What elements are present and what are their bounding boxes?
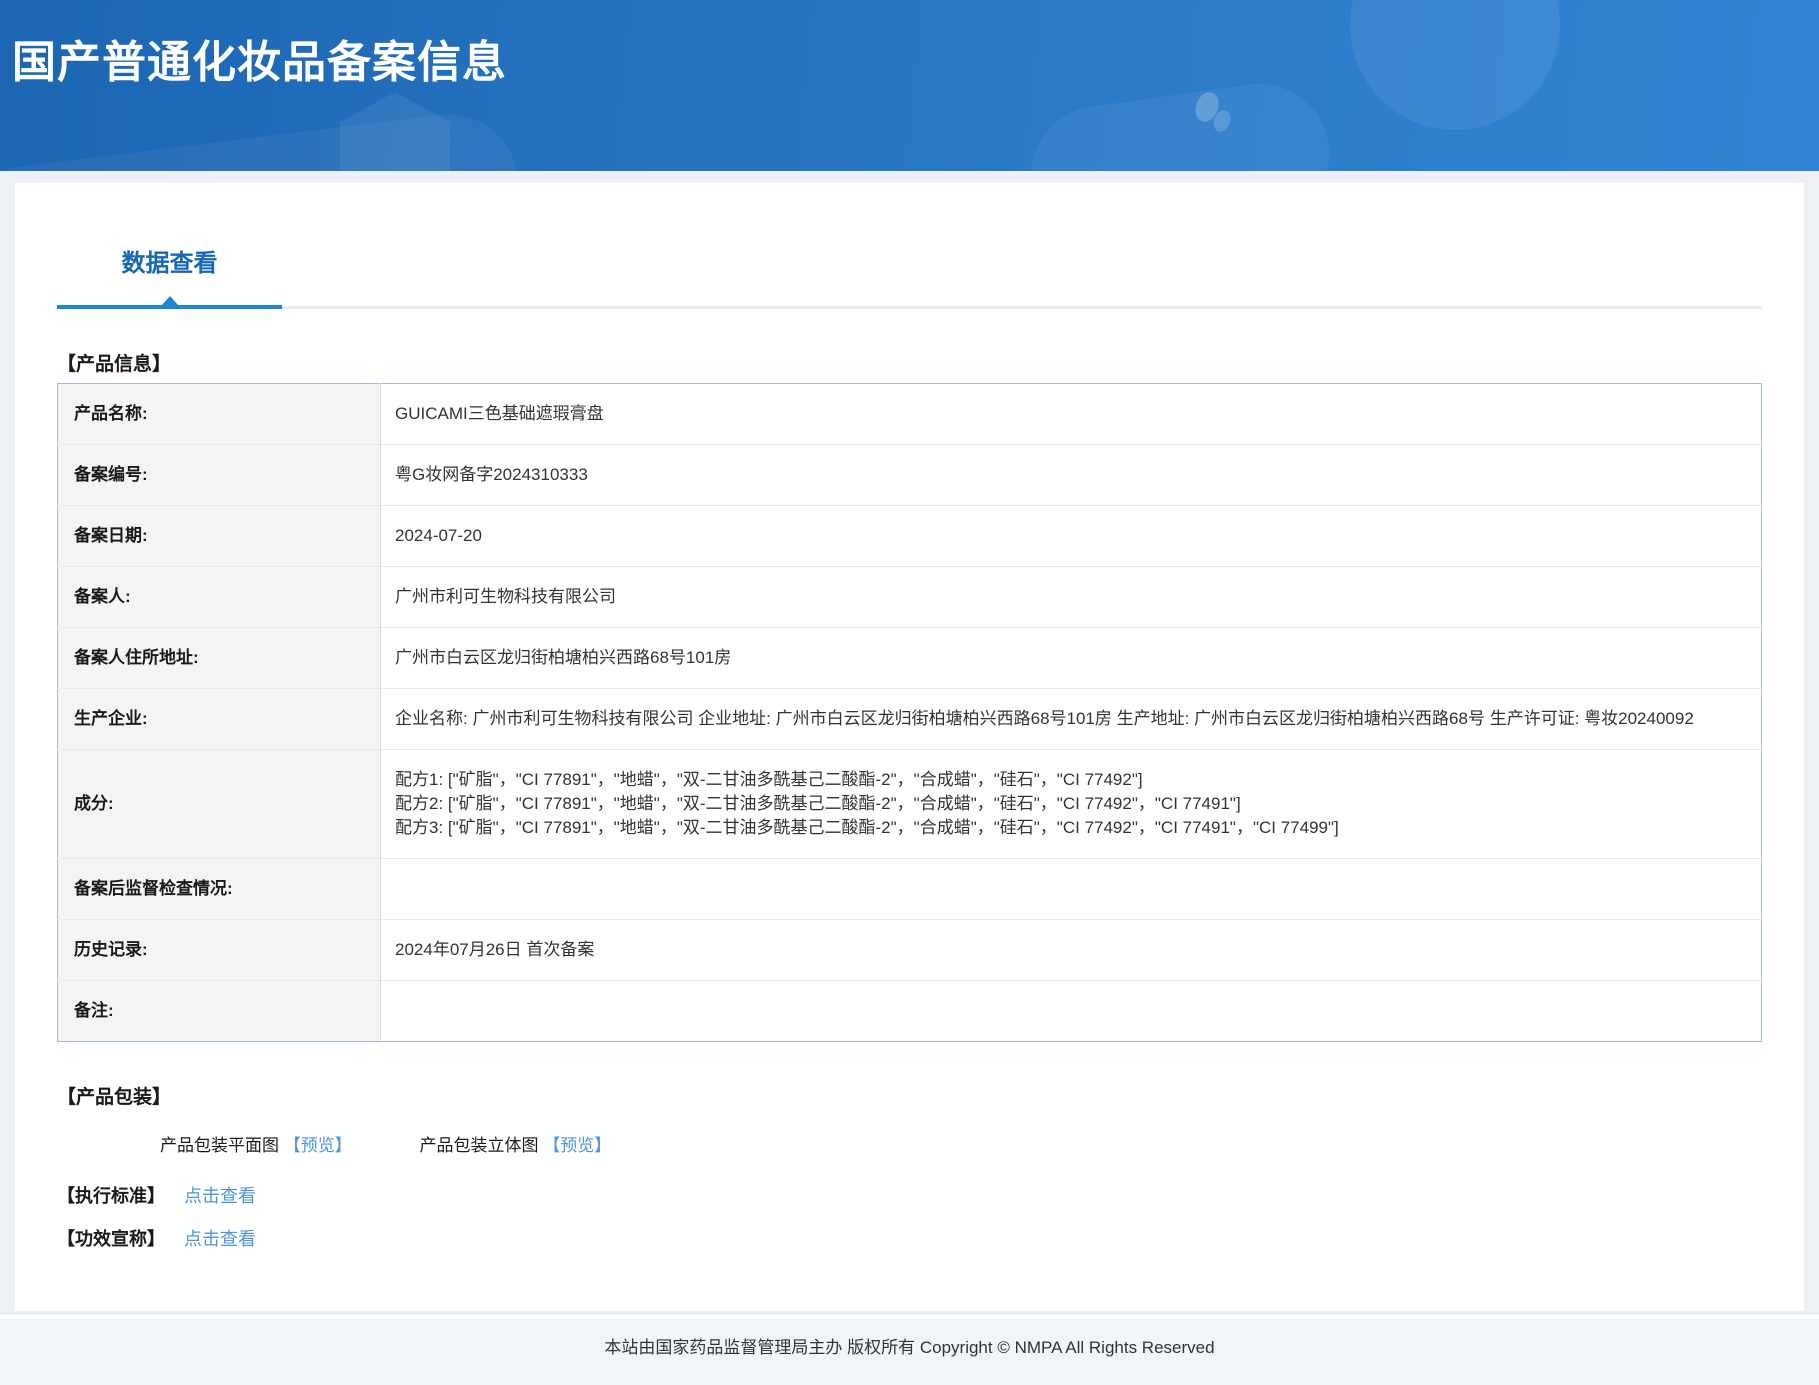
product-info-heading: 【产品信息】 [57, 354, 172, 375]
page-body: 数据查看 【产品信息】 产品名称: GUICAMI三色基础遮瑕膏盘 备案编号: … [0, 171, 1819, 1315]
product-info-table: 产品名称: GUICAMI三色基础遮瑕膏盘 备案编号: 粤G妆网备字202431… [57, 383, 1762, 1042]
field-label: 备案人住所地址: [57, 627, 381, 689]
table-row: 备案编号: 粤G妆网备字2024310333 [57, 444, 1762, 506]
table-row: 备案日期: 2024-07-20 [57, 505, 1762, 567]
field-label: 生产企业: [57, 688, 381, 750]
field-value: GUICAMI三色基础遮瑕膏盘 [395, 404, 604, 423]
efficacy-view-link[interactable]: 点击查看 [184, 1229, 256, 1249]
tab-data-view[interactable]: 数据查看 [57, 247, 282, 309]
packaging-flat-item: 产品包装平面图 【预览】 [160, 1136, 356, 1155]
field-label: 备案编号: [57, 444, 381, 506]
table-row: 生产企业: 企业名称: 广州市利可生物科技有限公司 企业地址: 广州市白云区龙归… [57, 688, 1762, 750]
content-card: 数据查看 【产品信息】 产品名称: GUICAMI三色基础遮瑕膏盘 备案编号: … [15, 183, 1804, 1311]
page-title: 国产普通化妆品备案信息 [12, 38, 507, 87]
table-row: 备注: [57, 980, 1762, 1042]
field-label: 备案日期: [57, 505, 381, 567]
table-row: 成分: 配方1: ["矿脂"，"CI 77891"，"地蜡"，"双-二甘油多酰基… [57, 749, 1762, 859]
field-value: 企业名称: 广州市利可生物科技有限公司 企业地址: 广州市白云区龙归街柏塘柏兴西… [380, 688, 1762, 750]
efficacy-row: 【功效宣称】 点击查看 [57, 1225, 1762, 1251]
field-value: 2024-07-20 [380, 505, 1762, 567]
packaging-flat-preview-link[interactable]: 【预览】 [284, 1136, 352, 1155]
field-value [380, 980, 1762, 1042]
field-label: 备注: [57, 980, 381, 1042]
field-value: 广州市白云区龙归街柏塘柏兴西路68号101房 [380, 627, 1762, 689]
packaging-links-row: 产品包装平面图 【预览】 产品包装立体图 【预览】 [160, 1131, 1762, 1156]
table-row: 备案人住所地址: 广州市白云区龙归街柏塘柏兴西路68号101房 [57, 627, 1762, 689]
table-row: 产品名称: GUICAMI三色基础遮瑕膏盘 [57, 383, 1762, 445]
standards-label: 【执行标准】 [57, 1186, 165, 1206]
footer-copyright: 本站由国家药品监督管理局主办 版权所有 Copyright © NMPA All… [604, 1338, 1215, 1357]
efficacy-label: 【功效宣称】 [57, 1229, 165, 1249]
packaging-heading: 【产品包装】 [57, 1087, 172, 1108]
packaging-3d-label: 产品包装立体图 [419, 1136, 544, 1155]
page-banner: 国产普通化妆品备案信息 [0, 0, 1819, 171]
field-label: 历史记录: [57, 919, 381, 981]
tab-data-view-label: 数据查看 [121, 250, 218, 277]
packaging-3d-item: 产品包装立体图 【预览】 [419, 1136, 611, 1155]
page-footer: 本站由国家药品监督管理局主办 版权所有 Copyright © NMPA All… [0, 1319, 1819, 1385]
table-row: 历史记录: 2024年07月26日 首次备案 [57, 919, 1762, 981]
banner-decor-streak [0, 106, 527, 171]
field-value [380, 858, 1762, 920]
tab-caret-icon [161, 296, 178, 305]
packaging-3d-preview-link[interactable]: 【预览】 [543, 1136, 611, 1155]
field-value: 2024年07月26日 首次备案 [380, 919, 1762, 981]
packaging-flat-label: 产品包装平面图 [160, 1136, 279, 1155]
field-label: 产品名称: [57, 383, 381, 445]
field-value: 粤G妆网备字2024310333 [380, 444, 1762, 506]
field-label: 备案后监督检查情况: [57, 858, 381, 920]
table-row: 备案后监督检查情况: [57, 858, 1762, 920]
field-label: 成分: [57, 749, 381, 859]
field-label: 备案人: [57, 566, 381, 628]
field-value: 广州市利可生物科技有限公司 [380, 566, 1762, 628]
table-row: 备案人: 广州市利可生物科技有限公司 [57, 566, 1762, 628]
standards-view-link[interactable]: 点击查看 [184, 1186, 256, 1206]
standards-row: 【执行标准】 点击查看 [57, 1182, 1762, 1208]
field-value: 配方1: ["矿脂"，"CI 77891"，"地蜡"，"双-二甘油多酰基己二酸酯… [380, 749, 1762, 859]
tab-active-underline [57, 305, 282, 309]
banner-decor-blob [1021, 74, 1339, 171]
tab-bar: 数据查看 [57, 183, 1762, 309]
banner-decor-circle [1350, 0, 1560, 130]
